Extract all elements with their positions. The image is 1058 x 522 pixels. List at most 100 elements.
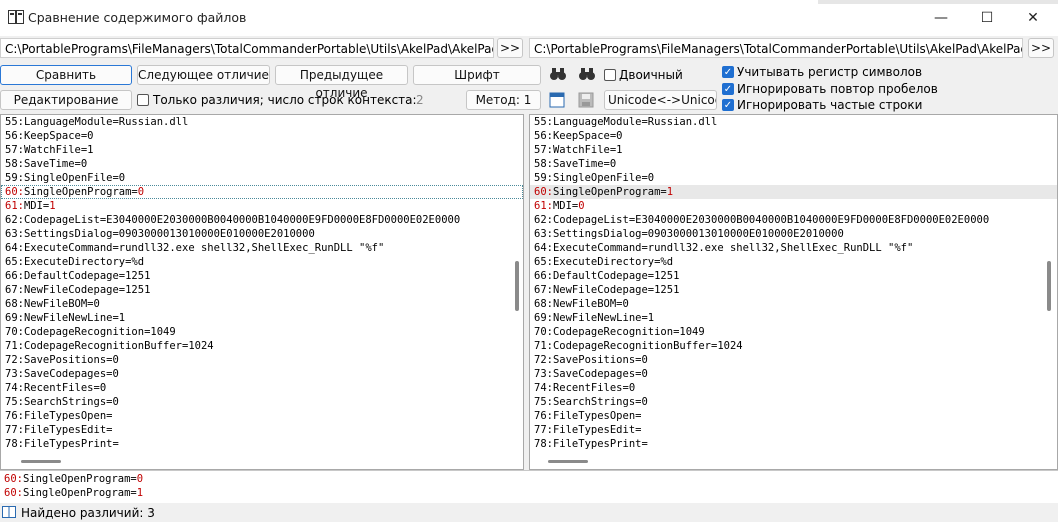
only-diffs-checkbox[interactable] — [137, 94, 149, 106]
edit-button[interactable]: Редактирование — [0, 90, 132, 110]
line-text: WatchFile=1 — [23, 144, 94, 156]
line-number: 60: — [5, 186, 24, 198]
line-number: 58: — [5, 158, 24, 170]
line-text: MDI=0 — [552, 200, 585, 212]
text-line: 78:FileTypesPrint= — [530, 437, 1057, 451]
line-number: 69: — [534, 312, 553, 324]
text-line: 71:CodepageRecognitionBuffer=1024 — [1, 339, 523, 353]
save-icon[interactable] — [578, 92, 594, 108]
ignore-spaces-checkbox[interactable]: ✓ — [722, 83, 734, 95]
text-line: 70:CodepageRecognition=1049 — [1, 325, 523, 339]
text-line: 73:SaveCodepages=0 — [1, 367, 523, 381]
text-line: 56:KeepSpace=0 — [530, 129, 1057, 143]
text-line: 57:WatchFile=1 — [1, 143, 523, 157]
line-number: 57: — [5, 144, 24, 156]
line-text: SaveCodepages=0 — [23, 368, 119, 380]
line-text: NewFileNewLine=1 — [552, 312, 655, 324]
line-text: RecentFiles=0 — [23, 382, 107, 394]
line-number: 72: — [5, 354, 24, 366]
minimize-button[interactable]: — — [918, 0, 964, 36]
text-line: 77:FileTypesEdit= — [530, 423, 1057, 437]
layout-icon[interactable] — [549, 92, 565, 108]
left-horizontal-scrollbar[interactable] — [21, 460, 61, 463]
only-diffs-label: Только различия; число строк контекста: — [153, 93, 417, 107]
text-line: 60:SingleOpenProgram=0 — [1, 185, 523, 199]
text-line: 57:WatchFile=1 — [530, 143, 1057, 157]
text-line: 55:LanguageModule=Russian.dll — [1, 115, 523, 129]
line-number: 55: — [534, 116, 553, 128]
text-line: 60:SingleOpenProgram=1 — [530, 185, 1057, 199]
diff-preview-line: 60:SingleOpenProgram=1 — [0, 486, 1058, 500]
line-text: LanguageModule=Russian.dll — [552, 116, 718, 128]
maximize-button[interactable]: ☐ — [964, 0, 1010, 36]
right-vertical-scrollbar[interactable] — [1047, 261, 1051, 311]
find-icon[interactable] — [549, 66, 567, 82]
line-number: 66: — [5, 270, 24, 282]
line-number: 56: — [5, 130, 24, 142]
compare-button[interactable]: Сравнить — [0, 65, 132, 85]
binary-checkbox[interactable] — [604, 69, 616, 81]
line-text: SavePositions=0 — [23, 354, 119, 366]
close-button[interactable]: ✕ — [1010, 0, 1056, 36]
text-line: 62:CodepageList=E3040000E2030000B0040000… — [530, 213, 1057, 227]
line-text: CodepageList=E3040000E2030000B0040000B10… — [23, 214, 461, 226]
line-number: 77: — [5, 424, 24, 436]
line-number: 78: — [5, 438, 24, 450]
text-line: 63:SettingsDialog=0903000013010000E01000… — [530, 227, 1057, 241]
line-number: 64: — [5, 242, 24, 254]
line-text: FileTypesEdit= — [552, 424, 642, 436]
line-number: 65: — [5, 256, 24, 268]
line-text: SingleOpenProgram=1 — [552, 186, 674, 198]
line-number: 68: — [534, 298, 553, 310]
line-number: 67: — [5, 284, 24, 296]
line-number: 77: — [534, 424, 553, 436]
text-line: 69:NewFileNewLine=1 — [1, 311, 523, 325]
right-file-pane[interactable]: 55:LanguageModule=Russian.dll 56:KeepSpac… — [529, 114, 1058, 470]
text-line: 78:FileTypesPrint= — [1, 437, 523, 451]
line-text: DefaultCodepage=1251 — [552, 270, 680, 282]
left-file-path-input[interactable]: C:\PortablePrograms\FileManagers\TotalCo… — [0, 38, 494, 58]
font-button[interactable]: Шрифт — [413, 65, 541, 85]
right-horizontal-scrollbar[interactable] — [548, 460, 588, 463]
line-text: LanguageModule=Russian.dll — [23, 116, 189, 128]
line-text: NewFileBOM=0 — [552, 298, 629, 310]
line-text: NewFileCodepage=1251 — [23, 284, 151, 296]
line-number: 61: — [534, 200, 553, 212]
text-line: 77:FileTypesEdit= — [1, 423, 523, 437]
diff-preview-lines: 60:SingleOpenProgram=0 60:SingleOpenProgr… — [0, 471, 1058, 500]
case-sensitive-checkbox[interactable]: ✓ — [722, 66, 734, 78]
line-number: 61: — [5, 200, 24, 212]
diff-preview-pane[interactable]: 60:SingleOpenProgram=0 60:SingleOpenProgr… — [0, 470, 1058, 504]
text-line: 75:SearchStrings=0 — [530, 395, 1057, 409]
prev-diff-button[interactable]: Предыдущее отличие — [275, 65, 408, 100]
line-number: 60: — [534, 186, 553, 198]
line-number: 63: — [534, 228, 553, 240]
right-browse-button[interactable]: >> — [1028, 38, 1054, 58]
context-lines-input[interactable]: 2 — [413, 90, 461, 110]
right-file-path-input[interactable]: C:\PortablePrograms\FileManagers\TotalCo… — [529, 38, 1023, 58]
line-text: SearchStrings=0 — [552, 396, 648, 408]
text-line: 63:SettingsDialog=0903000013010000E01000… — [1, 227, 523, 241]
line-number: 70: — [534, 326, 553, 338]
text-line: 65:ExecuteDirectory=%d — [530, 255, 1057, 269]
find-next-icon[interactable] — [578, 66, 596, 82]
line-number: 76: — [534, 410, 553, 422]
line-text: SaveCodepages=0 — [552, 368, 648, 380]
next-diff-button[interactable]: Следующее отличие — [137, 65, 270, 85]
encoding-button[interactable]: Unicode<->Unicode — [604, 90, 717, 110]
line-number: 62: — [534, 214, 553, 226]
title-bar: Сравнение содержимого файлов — ☐ ✕ — [0, 0, 1058, 36]
left-vertical-scrollbar[interactable] — [515, 261, 519, 311]
left-file-pane[interactable]: 55:LanguageModule=Russian.dll 56:KeepSpac… — [0, 114, 524, 470]
line-text: FileTypesOpen= — [23, 410, 113, 422]
line-text: ExecuteCommand=rundll32.exe shell32,Shel… — [23, 242, 385, 254]
ignore-lines-checkbox[interactable]: ✓ — [722, 99, 734, 111]
line-text: SingleOpenProgram=0 — [22, 473, 144, 485]
text-line: 68:NewFileBOM=0 — [530, 297, 1057, 311]
line-number: 68: — [5, 298, 24, 310]
line-number: 75: — [534, 396, 553, 408]
text-line: 67:NewFileCodepage=1251 — [1, 283, 523, 297]
method-button[interactable]: Метод: 1 — [466, 90, 541, 110]
ignore-lines-label: Игнорировать частые строки — [737, 98, 923, 112]
left-browse-button[interactable]: >> — [497, 38, 523, 58]
